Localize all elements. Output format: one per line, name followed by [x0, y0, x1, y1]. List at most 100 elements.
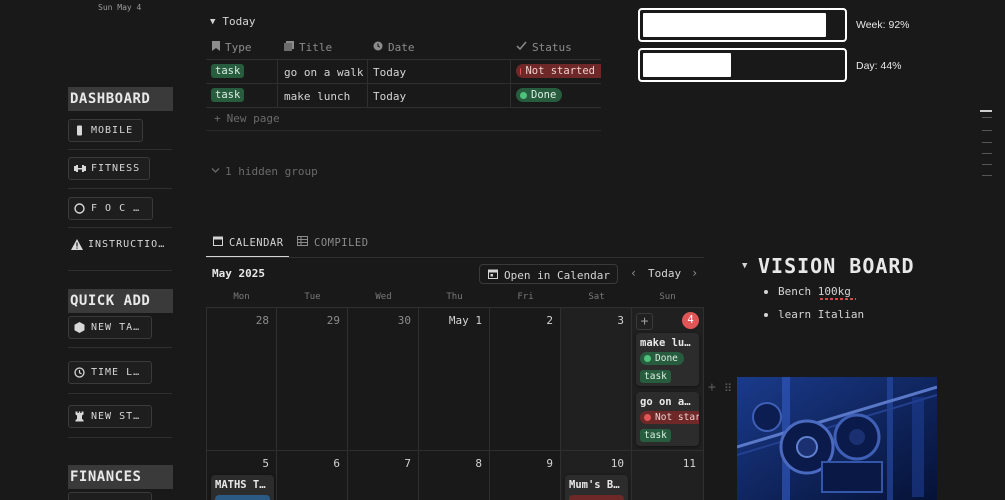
- day-number: 10: [610, 457, 624, 470]
- status-label: Done: [531, 89, 557, 101]
- table-row[interactable]: task go on a walk Today Not started: [206, 60, 601, 84]
- fitness-button[interactable]: FITNESS: [68, 157, 150, 180]
- column-header-title-label: Title: [299, 41, 333, 54]
- outline-marker-active[interactable]: [980, 110, 992, 112]
- add-block-button[interactable]: +: [708, 380, 716, 395]
- clock-icon: [373, 41, 383, 54]
- new-strategy-button[interactable]: NEW ST…: [68, 405, 152, 428]
- event-card[interactable]: go on a… Not star task: [636, 392, 699, 446]
- weekday-header: Sat: [588, 292, 605, 302]
- outline-marker[interactable]: [982, 117, 992, 118]
- event-card[interactable]: MATHS T…: [211, 475, 274, 500]
- prev-month-button[interactable]: ‹: [630, 266, 637, 280]
- column-header-date[interactable]: Date: [373, 41, 415, 54]
- outline-marker[interactable]: [982, 164, 992, 165]
- mobile-button[interactable]: MOBILE: [68, 119, 143, 142]
- new-task-button[interactable]: NEW TA…: [68, 316, 152, 339]
- status-badge: [215, 495, 270, 500]
- day-number: 5: [262, 457, 269, 470]
- divider: [68, 437, 172, 438]
- hidden-group-toggle[interactable]: 1 hidden group: [211, 165, 318, 178]
- today-badge: 4: [682, 312, 699, 329]
- hidden-group-label: 1 hidden group: [225, 165, 318, 178]
- row-title[interactable]: go on a walk: [284, 66, 363, 79]
- instructions-button[interactable]: INSTRUCTIO…: [68, 233, 173, 256]
- row-title[interactable]: make lunch: [284, 90, 350, 103]
- outline-marker[interactable]: [982, 142, 992, 143]
- table-row[interactable]: task make lunch Today Done: [206, 84, 601, 107]
- outline-marker[interactable]: [982, 175, 992, 176]
- calendar-day[interactable]: 5 MATHS T…: [206, 451, 277, 500]
- event-card[interactable]: Mum's B…: [565, 475, 628, 500]
- vision-image[interactable]: [737, 377, 937, 500]
- calendar-day[interactable]: 28: [206, 308, 277, 451]
- status-dot: [644, 414, 651, 421]
- calendar-day[interactable]: 6: [277, 451, 348, 500]
- calendar-day-today[interactable]: + 4 make lu… Done task go on a… Not star…: [632, 308, 704, 451]
- chevron-down-icon: [211, 165, 220, 178]
- focus-button[interactable]: F O C …: [68, 197, 153, 220]
- divider: [206, 130, 601, 131]
- calendar-day[interactable]: 3: [561, 308, 632, 451]
- row-date: Today: [373, 66, 407, 79]
- status-badge: Done: [640, 352, 684, 365]
- spellcheck-underline: [820, 298, 856, 300]
- calendar-icon: [213, 236, 223, 249]
- event-card[interactable]: make lu… Done task: [636, 333, 699, 386]
- status-badge: Not star: [640, 411, 699, 424]
- focus-label: F O C …: [91, 203, 141, 214]
- chevron-right-icon: ›: [691, 266, 699, 280]
- outline-marker[interactable]: [982, 153, 992, 154]
- vision-toggle[interactable]: ▼: [742, 261, 747, 271]
- tab-calendar[interactable]: CALENDAR: [213, 236, 284, 249]
- status-badge[interactable]: Not started: [516, 64, 601, 78]
- column-header-date-label: Date: [388, 41, 415, 54]
- day-progress-label: Day: 44%: [856, 60, 902, 72]
- weekday-header: Tue: [304, 292, 321, 302]
- drag-handle[interactable]: ⠿: [724, 382, 732, 395]
- chevron-left-icon: ‹: [630, 266, 638, 280]
- today-group-toggle[interactable]: ▼ Today: [210, 15, 256, 28]
- day-progress-bar: [638, 48, 847, 82]
- open-in-calendar-button[interactable]: Open in Calendar: [479, 264, 618, 284]
- divider: [68, 227, 172, 228]
- calendar-day[interactable]: 7: [348, 451, 419, 500]
- outline-marker[interactable]: [982, 130, 992, 131]
- calendar-day[interactable]: 11: [632, 451, 704, 500]
- add-event-button[interactable]: +: [636, 313, 653, 330]
- divider: [68, 347, 172, 348]
- pages-icon: [284, 41, 294, 54]
- column-header-status[interactable]: Status: [516, 41, 572, 54]
- day-number: 2: [546, 314, 553, 327]
- column-header-title[interactable]: Title: [284, 41, 332, 54]
- day-number: 9: [546, 457, 553, 470]
- top-date: Sun May 4: [98, 3, 142, 12]
- phone-icon: [74, 125, 85, 136]
- time-log-button[interactable]: TIME L…: [68, 361, 152, 384]
- calendar-day[interactable]: 2: [490, 308, 561, 451]
- finances-button[interactable]: [68, 492, 152, 500]
- calendar-day[interactable]: 10 Mum's B…: [561, 451, 632, 500]
- next-month-button[interactable]: ›: [691, 266, 698, 280]
- divider: [68, 188, 172, 189]
- calendar-icon: [488, 269, 498, 282]
- divider: [68, 149, 172, 150]
- calendar-day[interactable]: 9: [490, 451, 561, 500]
- vision-item[interactable]: learn Italian: [778, 308, 864, 321]
- column-header-type[interactable]: Type: [212, 41, 252, 54]
- calendar-month-title: May 2025: [212, 267, 265, 280]
- bullet: [764, 313, 768, 317]
- weekday-header: Sun: [659, 292, 676, 302]
- caret-down-icon: ▼: [210, 16, 216, 27]
- new-page-button[interactable]: + New page: [214, 112, 280, 125]
- calendar-day[interactable]: 8: [419, 451, 490, 500]
- calendar-day[interactable]: 29: [277, 308, 348, 451]
- calendar-day[interactable]: 30: [348, 308, 419, 451]
- today-button[interactable]: Today: [648, 267, 681, 280]
- vision-item[interactable]: Bench 100kg: [778, 285, 851, 298]
- vision-board-title: VISION BOARD: [758, 254, 915, 278]
- status-badge: [569, 495, 624, 500]
- status-badge[interactable]: Done: [516, 88, 563, 102]
- calendar-day[interactable]: May 1: [419, 308, 490, 451]
- tab-compiled[interactable]: COMPILED: [297, 236, 369, 249]
